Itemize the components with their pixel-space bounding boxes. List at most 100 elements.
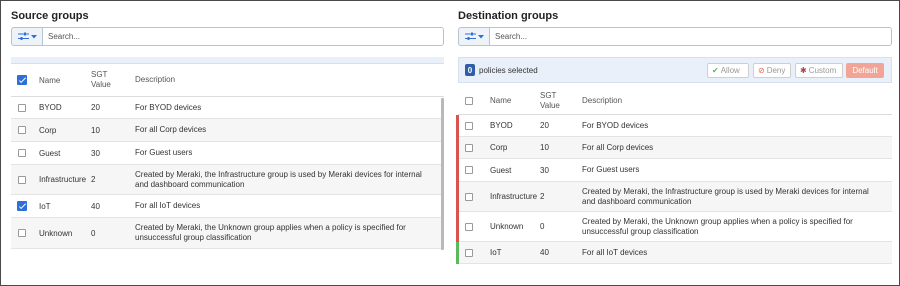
window-frame: Source groups Name	[0, 0, 900, 286]
row-checkbox[interactable]	[465, 192, 473, 201]
description-line1: Created by Meraki, the Unknown group app…	[582, 216, 853, 226]
row-checkbox-cell	[11, 103, 33, 112]
chevron-down-icon	[477, 34, 484, 38]
sgt-value: 30	[91, 148, 100, 158]
table-row[interactable]: Corp 10 For all Corp devices	[11, 119, 444, 142]
table-row[interactable]: Guest 30 For Guest users	[11, 142, 444, 165]
sgt-value: 0	[540, 222, 545, 231]
select-all-checkbox[interactable]	[465, 96, 473, 105]
table-row[interactable]: Infrastructure 2 Created by Meraki, the …	[11, 165, 444, 195]
column-header-name[interactable]: Name	[33, 76, 91, 85]
description-line2: and dashboard communication	[135, 179, 245, 189]
row-checkbox-cell	[458, 166, 480, 174]
table-row[interactable]: BYOD 20 For BYOD devices	[456, 115, 892, 137]
group-name: Corp	[39, 125, 57, 135]
selected-count-badge: 0	[465, 64, 475, 76]
source-groups-table: Name SGT Value Description BYOD 20 For B…	[11, 64, 444, 254]
sgt-value: 40	[91, 201, 100, 211]
description-line1: Created by Meraki, the Infrastructure gr…	[135, 169, 422, 179]
table-row[interactable]: Corp 10 For all Corp devices	[456, 137, 892, 159]
row-checkbox[interactable]	[18, 126, 26, 134]
group-name: BYOD	[39, 103, 62, 112]
custom-button[interactable]: ✱ Custom	[795, 62, 843, 78]
row-checkbox[interactable]	[18, 149, 26, 157]
sgt-header-line1: SGT	[540, 90, 557, 100]
description-line2: and dashboard communication	[582, 196, 692, 206]
row-checkbox[interactable]	[17, 201, 27, 211]
column-header-sgt[interactable]: SGT Value	[91, 70, 135, 90]
sgt-value: 20	[540, 121, 549, 130]
group-name: Corp	[490, 143, 508, 152]
source-scrollbar[interactable]	[441, 98, 444, 250]
table-row[interactable]: Unknown 0 Created by Meraki, the Unknown…	[456, 212, 892, 242]
source-filter-button[interactable]	[11, 27, 43, 46]
column-header-sgt[interactable]: SGT Value	[540, 91, 582, 111]
group-description: For BYOD devices	[582, 120, 649, 130]
block-icon: ⊘	[758, 65, 765, 75]
policy-selection-bar: 0 policies selected ✔ Allow ⊘ Deny ✱ Cus…	[458, 57, 892, 83]
row-checkbox[interactable]	[465, 143, 473, 152]
header-checkbox-cell	[11, 75, 33, 85]
table-header-row: Name SGT Value Description	[458, 87, 892, 115]
row-checkbox[interactable]	[18, 175, 26, 184]
row-checkbox[interactable]	[465, 222, 473, 231]
row-checkbox[interactable]	[18, 103, 26, 112]
table-row[interactable]: BYOD 20 For BYOD devices	[11, 97, 444, 119]
policy-indicator-deny	[456, 182, 459, 212]
table-row[interactable]: Unknown 0 Created by Meraki, the Unknown…	[11, 218, 444, 249]
sgt-value: 0	[91, 228, 96, 238]
group-description: For Guest users	[135, 148, 193, 157]
policy-indicator-deny	[456, 115, 459, 137]
allow-button[interactable]: ✔ Allow	[707, 62, 749, 78]
group-description: For all IoT devices	[135, 201, 201, 210]
group-description: Created by Meraki, the Unknown group app…	[582, 217, 892, 237]
group-name: Infrastructure	[490, 192, 538, 201]
description-line1: Created by Meraki, the Infrastructure gr…	[582, 186, 869, 196]
default-button[interactable]: Default	[846, 62, 884, 78]
destination-search-row	[458, 27, 892, 46]
group-description: Created by Meraki, the Infrastructure gr…	[135, 170, 444, 190]
column-header-name[interactable]: Name	[480, 96, 540, 105]
row-checkbox-cell	[11, 149, 33, 157]
table-row[interactable]: IoT 40 For all IoT devices	[456, 242, 892, 264]
group-name: IoT	[39, 201, 51, 211]
header-checkbox-cell	[458, 96, 480, 105]
group-description: For BYOD devices	[135, 102, 202, 112]
description-line2: unsuccessful group classification	[135, 233, 252, 242]
group-description: Created by Meraki, the Infrastructure gr…	[582, 187, 892, 207]
table-row[interactable]: Infrastructure 2 Created by Meraki, the …	[456, 182, 892, 212]
group-description: For Guest users	[582, 165, 640, 174]
row-checkbox-cell	[458, 143, 480, 152]
column-header-description[interactable]: Description	[135, 75, 444, 85]
sgt-header-line1: SGT	[91, 70, 108, 79]
source-table-top-band	[11, 57, 444, 64]
source-search-input[interactable]	[43, 27, 444, 46]
sgt-header-line2: Value	[540, 100, 560, 110]
source-scrollbar-thumb[interactable]	[441, 98, 444, 250]
sgt-value: 10	[540, 143, 549, 152]
sgt-value: 30	[540, 165, 549, 175]
allow-label: Allow	[720, 65, 740, 75]
row-checkbox[interactable]	[465, 248, 473, 257]
column-header-description[interactable]: Description	[582, 96, 892, 106]
description-line2: unsuccessful group classification	[582, 226, 699, 236]
table-row[interactable]: Guest 30 For Guest users	[456, 159, 892, 182]
sliders-icon	[17, 32, 29, 40]
row-checkbox[interactable]	[18, 229, 26, 237]
table-row[interactable]: IoT 40 For all IoT devices	[11, 195, 444, 218]
row-checkbox[interactable]	[465, 121, 473, 130]
policy-indicator-deny	[456, 159, 459, 182]
select-all-checkbox[interactable]	[17, 75, 27, 85]
destination-search-input[interactable]	[490, 27, 892, 46]
group-description: For all Corp devices	[135, 125, 207, 134]
destination-filter-button[interactable]	[458, 27, 490, 46]
deny-button[interactable]: ⊘ Deny	[753, 62, 791, 78]
sgt-value: 10	[91, 125, 100, 135]
deny-label: Deny	[766, 65, 786, 75]
group-name: IoT	[490, 248, 502, 257]
row-checkbox-cell	[458, 192, 480, 201]
policies-selected-text: policies selected	[479, 65, 538, 75]
row-checkbox[interactable]	[465, 166, 473, 174]
group-name: Guest	[490, 165, 512, 175]
group-description: For all Corp devices	[582, 142, 654, 152]
